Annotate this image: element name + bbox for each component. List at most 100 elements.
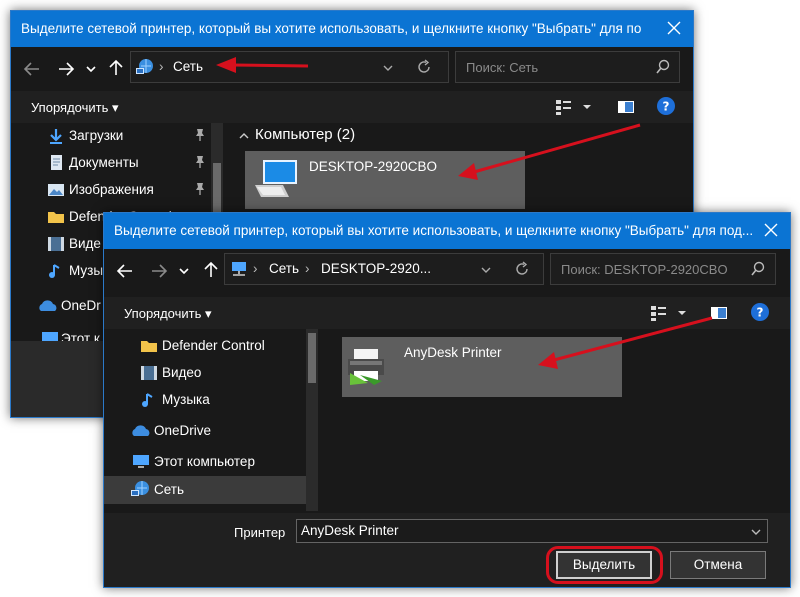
navigation-bar: › Сеть Поиск: Сеть: [11, 47, 693, 91]
preview-pane-icon[interactable]: [710, 304, 728, 322]
content-area: AnyDesk Printer: [318, 329, 790, 513]
cancel-button[interactable]: Отмена: [670, 551, 766, 579]
this-pc-icon: [132, 453, 150, 471]
dialog-title: Выделите сетевой принтер, который вы хот…: [21, 21, 641, 36]
computer-icon: [253, 157, 299, 201]
sidebar-item-network[interactable]: Сеть: [104, 476, 318, 504]
command-bar: Упорядочить ▾ ?: [11, 91, 693, 123]
view-options-icon[interactable]: [650, 304, 668, 322]
dialog-footer: Принтер AnyDesk Printer Выделить Отмена: [104, 513, 790, 587]
pin-icon[interactable]: [193, 154, 207, 172]
back-arrow-icon[interactable]: [116, 262, 134, 280]
view-dropdown-chevron-icon[interactable]: [676, 304, 688, 322]
onedrive-icon: [130, 422, 152, 440]
recent-locations-chevron-icon[interactable]: [178, 262, 190, 280]
documents-icon: [47, 154, 65, 172]
pin-icon[interactable]: [193, 181, 207, 199]
help-icon[interactable]: ?: [750, 302, 770, 322]
up-arrow-icon[interactable]: [202, 261, 220, 279]
address-dropdown-chevron-icon[interactable]: [479, 261, 493, 279]
command-bar: Упорядочить ▾ ?: [104, 297, 790, 329]
group-collapse-chevron-icon[interactable]: [237, 127, 251, 145]
sidebar-item-pictures[interactable]: Изображения: [11, 177, 227, 203]
pin-icon[interactable]: [193, 127, 207, 145]
help-icon[interactable]: ?: [656, 96, 676, 116]
refresh-icon[interactable]: [415, 58, 433, 76]
sidebar-item-label: Музыка: [162, 392, 210, 407]
pictures-icon: [47, 181, 65, 199]
computer-name: DESKTOP-2920CBO: [309, 159, 438, 174]
front-dialog: Выделите сетевой принтер, который вы хот…: [103, 212, 791, 588]
folder-icon: [47, 208, 65, 226]
search-icon[interactable]: [751, 261, 765, 279]
search-box[interactable]: Поиск: DESKTOP-2920CBO: [550, 253, 776, 285]
forward-arrow-icon[interactable]: [150, 262, 168, 280]
video-icon: [140, 364, 158, 382]
sidebar-item-music[interactable]: Музыка: [104, 387, 318, 413]
network-icon: [130, 480, 152, 498]
music-icon: [140, 391, 158, 409]
preview-pane-icon[interactable]: [617, 98, 635, 116]
dialog-title: Выделите сетевой принтер, который вы хот…: [114, 223, 754, 238]
sidebar-item-onedrive[interactable]: OneDrive: [104, 418, 318, 444]
video-icon: [47, 235, 65, 253]
group-header[interactable]: Компьютер (2): [255, 126, 355, 143]
select-button[interactable]: Выделить: [556, 551, 652, 579]
sidebar-item-defender-control[interactable]: Defender Control: [104, 333, 318, 359]
address-bar[interactable]: › Сеть › DESKTOP-2920...: [224, 253, 544, 285]
address-dropdown-chevron-icon[interactable]: [381, 59, 395, 77]
sidebar-item-label: Виде: [69, 236, 101, 251]
sidebar-item-this-pc[interactable]: Этот компьютер: [104, 449, 318, 475]
recent-locations-chevron-icon[interactable]: [85, 60, 97, 78]
navigation-scrollbar[interactable]: [306, 329, 318, 511]
folder-icon: [140, 337, 158, 355]
navigation-bar: › Сеть › DESKTOP-2920... Поиск: DESKTOP-…: [104, 249, 790, 293]
breadcrumb-network[interactable]: Сеть: [173, 59, 203, 74]
sidebar-item-video[interactable]: Видео: [104, 360, 318, 386]
titlebar: Выделите сетевой принтер, который вы хот…: [104, 213, 790, 249]
close-icon[interactable]: [663, 17, 685, 39]
sidebar-item-label: Загрузки: [69, 128, 124, 143]
breadcrumb-network[interactable]: Сеть: [269, 261, 299, 276]
printer-field-label: Принтер: [234, 525, 286, 540]
combobox-chevron-icon[interactable]: [749, 523, 763, 541]
printer-name: AnyDesk Printer: [404, 345, 502, 360]
organize-label: Упорядочить: [124, 306, 202, 321]
search-box[interactable]: Поиск: Сеть: [455, 51, 680, 83]
printer-combobox-value: AnyDesk Printer: [301, 523, 399, 538]
forward-arrow-icon[interactable]: [57, 60, 75, 78]
titlebar: Выделите сетевой принтер, который вы хот…: [11, 11, 693, 47]
download-arrow-icon: [47, 127, 65, 145]
printer-icon: [346, 347, 388, 387]
back-arrow-icon[interactable]: [23, 60, 41, 78]
navigation-pane: Defender Control Видео Музыка OneDrive Э…: [104, 329, 318, 513]
organize-menu[interactable]: Упорядочить ▾: [31, 100, 119, 116]
address-bar[interactable]: › Сеть: [130, 51, 449, 83]
search-icon[interactable]: [656, 59, 670, 77]
sidebar-item-label: Изображения: [69, 182, 154, 197]
sidebar-item-label: Видео: [162, 365, 202, 380]
printer-tile[interactable]: AnyDesk Printer: [342, 337, 622, 397]
sidebar-item-label: Этот компьютер: [154, 454, 255, 469]
up-arrow-icon[interactable]: [107, 59, 125, 77]
view-options-icon[interactable]: [555, 98, 573, 116]
sidebar-item-label: Defender Control: [162, 338, 265, 353]
computer-tile[interactable]: DESKTOP-2920CBO: [245, 151, 525, 209]
svg-text:?: ?: [757, 306, 764, 320]
search-placeholder: Поиск: DESKTOP-2920CBO: [561, 262, 728, 277]
organize-menu[interactable]: Упорядочить ▾: [124, 306, 212, 322]
organize-label: Упорядочить: [31, 100, 109, 115]
view-dropdown-chevron-icon[interactable]: [581, 98, 593, 116]
breadcrumb-desktop[interactable]: DESKTOP-2920...: [321, 261, 431, 276]
breadcrumb-separator-icon: ›: [159, 59, 164, 74]
sidebar-item-label: OneDr: [61, 298, 101, 313]
scrollbar-thumb[interactable]: [308, 333, 316, 383]
close-icon[interactable]: [760, 219, 782, 241]
sidebar-item-documents[interactable]: Документы: [11, 150, 227, 176]
search-placeholder: Поиск: Сеть: [466, 60, 539, 75]
onedrive-icon: [37, 297, 59, 315]
sidebar-item-downloads[interactable]: Загрузки: [11, 123, 227, 149]
printer-combobox[interactable]: AnyDesk Printer: [296, 519, 768, 543]
refresh-icon[interactable]: [513, 260, 531, 278]
sidebar-item-label: Сеть: [154, 482, 185, 497]
